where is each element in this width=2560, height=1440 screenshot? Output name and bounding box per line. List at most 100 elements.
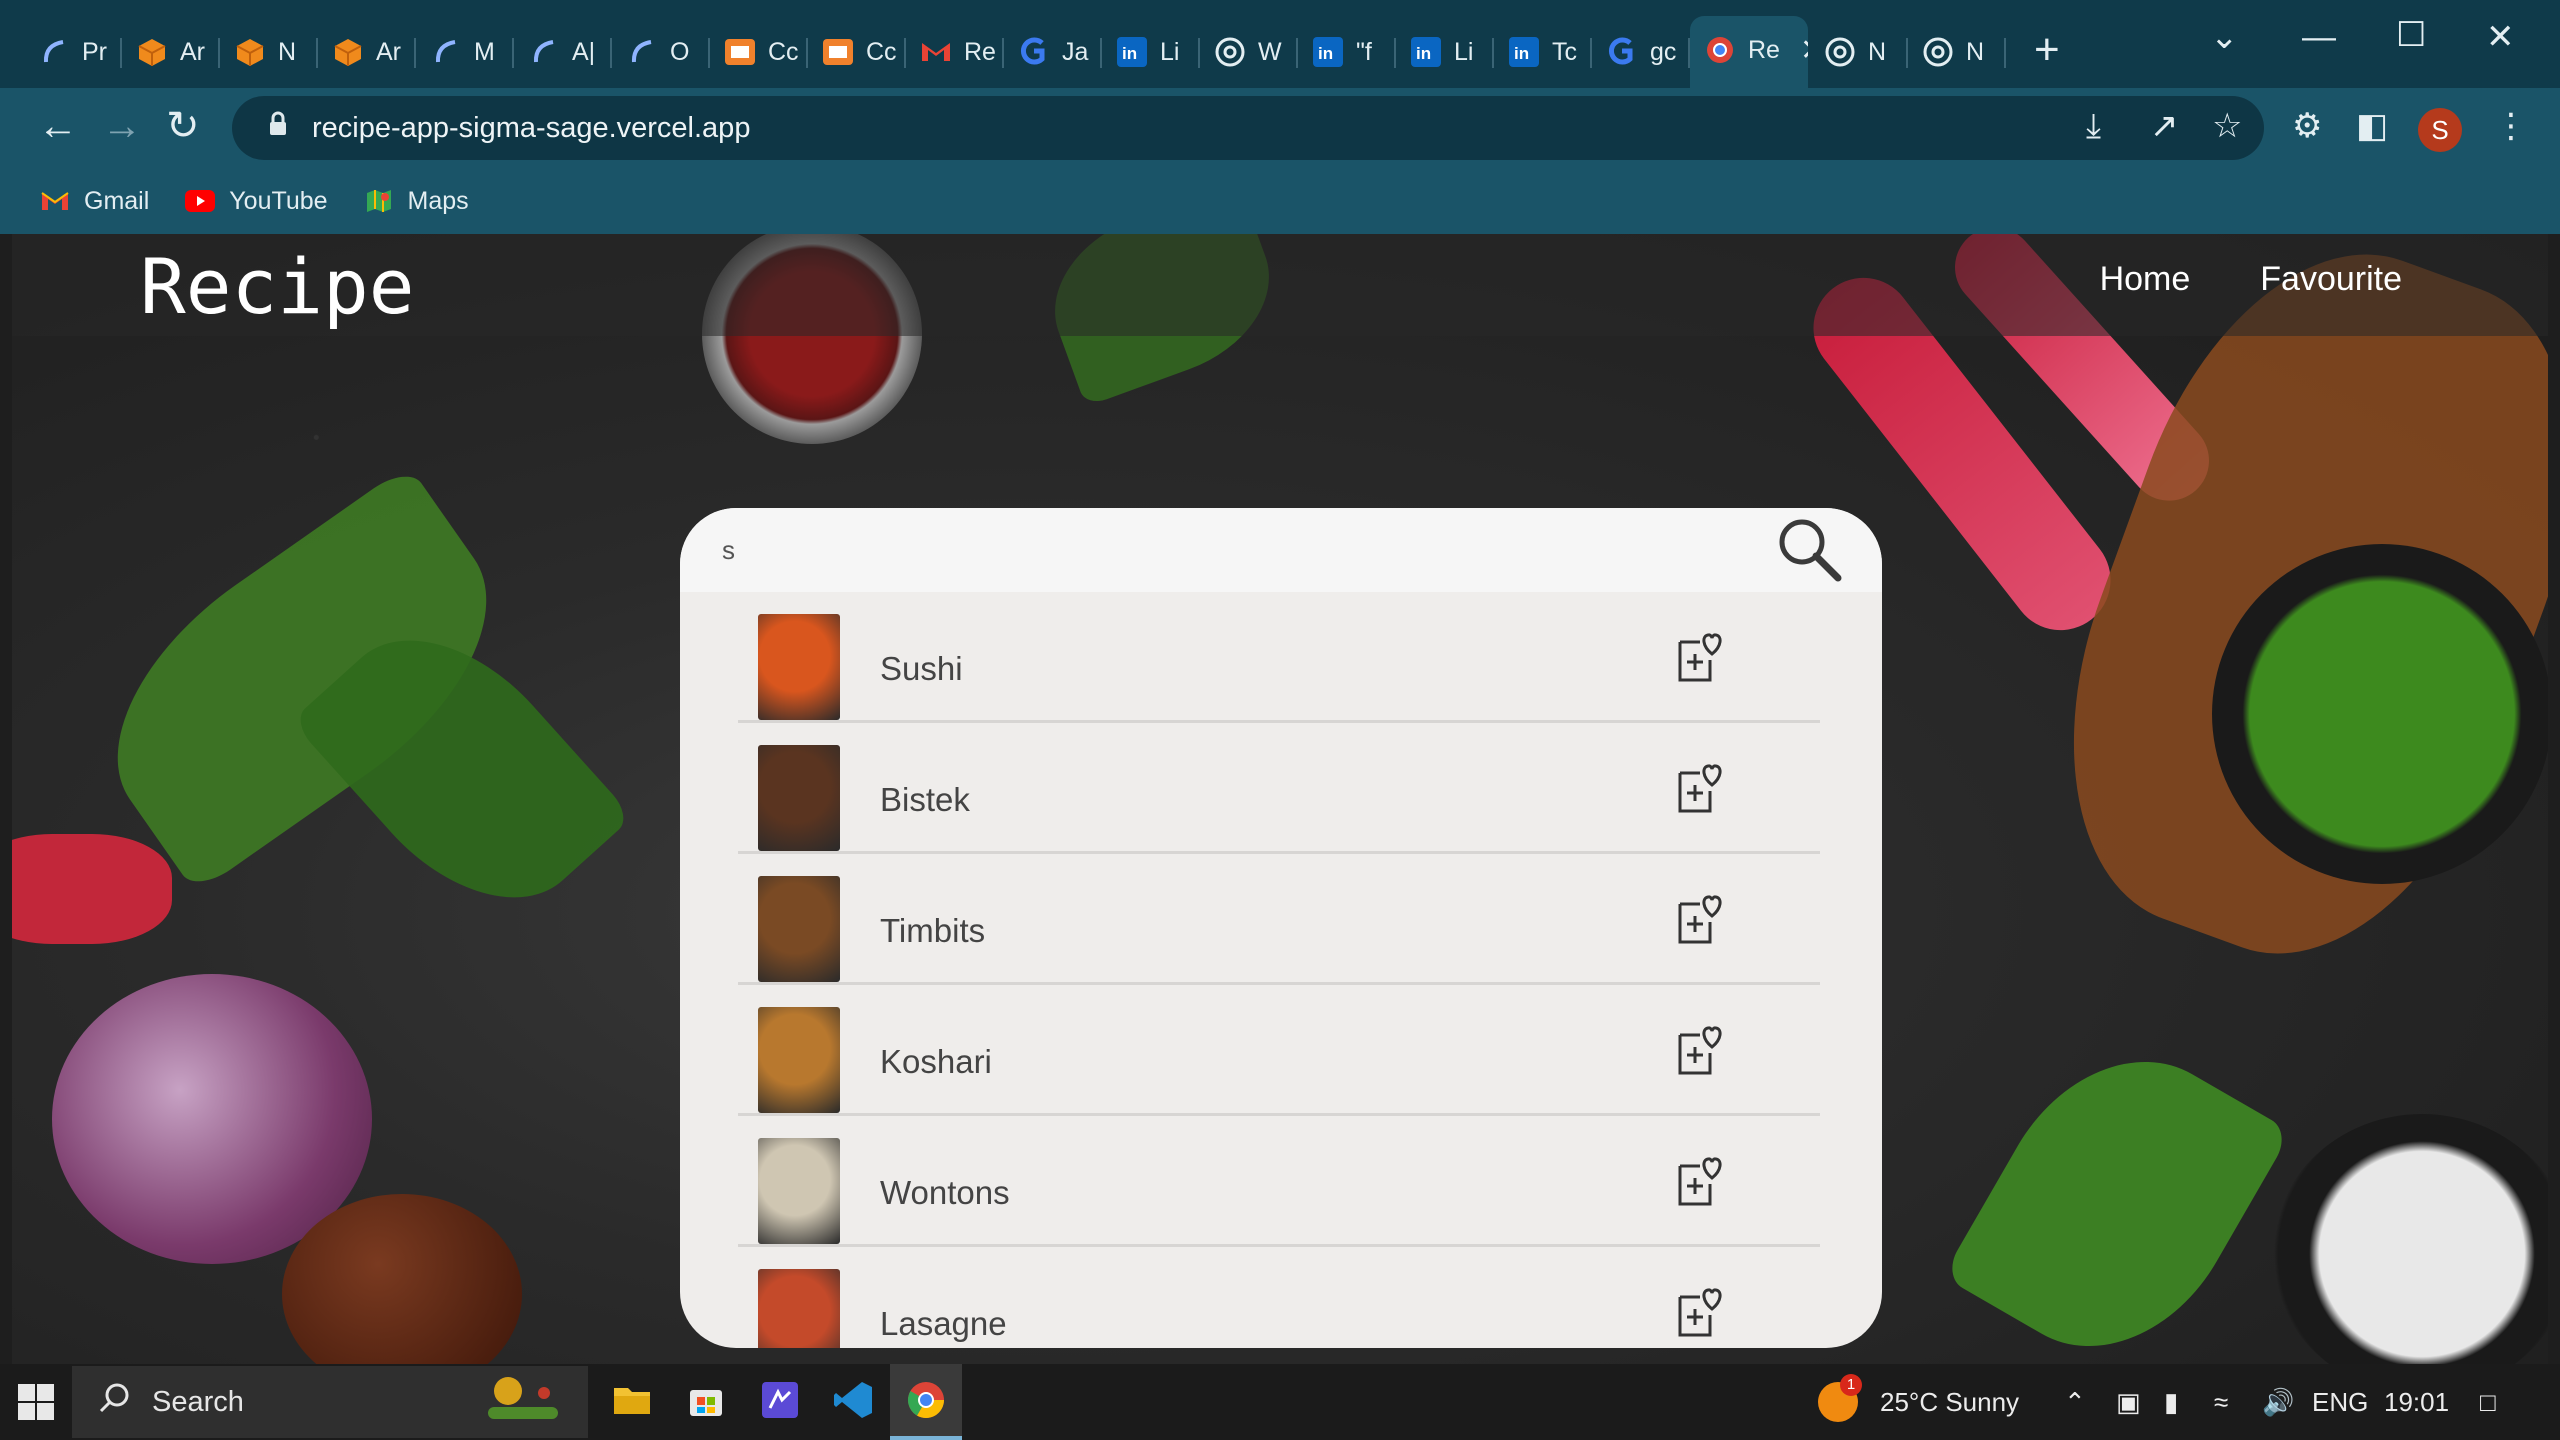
back-icon[interactable]: ← [38, 106, 78, 146]
tab-close-icon[interactable]: ✕ [1800, 33, 1808, 68]
svg-text:in: in [1122, 44, 1137, 63]
nav-home-link[interactable]: Home [2100, 254, 2191, 304]
window-close-icon[interactable]: ✕ [2486, 20, 2515, 54]
tab-title: Pr [82, 37, 107, 66]
bookmark-gmail[interactable]: Gmail [40, 187, 149, 216]
address-bar[interactable]: recipe-app-sigma-sage.vercel.app [232, 96, 2264, 160]
tab-title: Ar [376, 37, 401, 66]
browser-tab[interactable]: Cc [710, 20, 808, 84]
side-panel-icon[interactable]: ◧ [2356, 108, 2388, 144]
file-explorer-icon[interactable] [612, 1380, 652, 1425]
extensions-icon[interactable]: ⚙ [2292, 108, 2322, 144]
wifi-icon[interactable]: ≈ [2214, 1382, 2228, 1422]
store-icon[interactable] [686, 1380, 726, 1425]
chrome-taskbar-button[interactable] [890, 1364, 962, 1440]
recipe-result-row[interactable]: Timbits [738, 854, 1820, 985]
browser-tab[interactable]: W [1200, 20, 1298, 84]
bookmark-youtube[interactable]: YouTube [185, 187, 328, 216]
forward-icon[interactable]: → [102, 106, 142, 146]
reload-icon[interactable]: ↻ [166, 106, 200, 146]
browser-tab[interactable]: in "f [1298, 20, 1396, 84]
favourite-add-icon [1678, 1026, 1722, 1075]
copilot-icon [430, 36, 462, 68]
browser-tab[interactable]: N [220, 20, 318, 84]
share-icon[interactable]: ↗ [2150, 108, 2179, 144]
profile-avatar[interactable]: S [2418, 108, 2462, 152]
browser-tab[interactable]: M [416, 20, 514, 84]
maximize-icon[interactable]: ☐ [2396, 18, 2426, 52]
cube-icon [136, 36, 168, 68]
recipe-title: Lasagne [880, 1305, 1007, 1342]
g-icon [1606, 36, 1638, 68]
address-text: recipe-app-sigma-sage.vercel.app [312, 111, 751, 144]
add-favourite-button[interactable] [1676, 1023, 1724, 1077]
bookmark-star-icon[interactable]: ☆ [2212, 108, 2242, 144]
browser-tab[interactable]: gc [1592, 20, 1690, 84]
tray-chevron-icon[interactable]: ⌃ [2064, 1382, 2086, 1422]
add-favourite-button[interactable] [1676, 761, 1724, 815]
browser-tab[interactable]: Ja [1004, 20, 1102, 84]
svg-text:in: in [1514, 44, 1529, 63]
tab-title: Li [1160, 37, 1180, 66]
vscode-icon[interactable] [834, 1380, 874, 1425]
recipe-result-row[interactable]: Lasagne [738, 1247, 1820, 1348]
weather-text[interactable]: 25°C Sunny [1880, 1382, 2019, 1422]
browser-tab[interactable]: in Tc [1494, 20, 1592, 84]
new-tab-button[interactable]: + [2034, 28, 2060, 72]
copilot-icon [38, 36, 70, 68]
browser-tab[interactable]: in Li [1102, 20, 1200, 84]
install-app-icon[interactable]: ⤓ [2086, 108, 2101, 144]
menu-kebab-icon[interactable]: ⋮ [2494, 108, 2528, 144]
browser-tab[interactable]: Cc [808, 20, 906, 84]
minimize-icon[interactable]: — [2302, 20, 2336, 54]
tab-title: N [278, 37, 297, 66]
nav-favourite-link[interactable]: Favourite [2260, 254, 2402, 304]
browser-tab[interactable]: N [1810, 20, 1908, 84]
meet-icon[interactable]: ▣ [2116, 1382, 2141, 1422]
browser-tab[interactable]: in Li [1396, 20, 1494, 84]
windows-start-icon[interactable] [18, 1384, 54, 1425]
battery-icon[interactable]: ▮ [2164, 1382, 2178, 1422]
add-favourite-button[interactable] [1676, 630, 1724, 684]
add-favourite-button[interactable] [1676, 1285, 1724, 1339]
search-input[interactable] [722, 526, 1682, 574]
add-favourite-button[interactable] [1676, 892, 1724, 946]
tab-title: O [670, 37, 690, 66]
openai-icon [1824, 36, 1856, 68]
browser-tab[interactable]: Pr [24, 20, 122, 84]
cube-icon [234, 36, 266, 68]
clock[interactable]: 19:01 [2384, 1382, 2449, 1422]
visual-studio-icon[interactable] [760, 1380, 800, 1425]
browser-tab[interactable]: O [612, 20, 710, 84]
recipe-result-row[interactable]: Koshari [738, 985, 1820, 1116]
recipe-result-row[interactable]: Wontons [738, 1116, 1820, 1247]
browser-tab[interactable]: Ar [122, 20, 220, 84]
tab-title: N [1868, 37, 1887, 66]
linkedin-icon: in [1116, 36, 1148, 68]
recipe-result-row[interactable]: Sushi [738, 592, 1820, 723]
svg-text:in: in [1416, 44, 1431, 63]
maps-icon [364, 189, 394, 213]
language-indicator[interactable]: ENG [2312, 1382, 2368, 1422]
recipe-title: Koshari [880, 1043, 992, 1080]
bookmark-maps[interactable]: Maps [364, 187, 469, 216]
recipe-thumbnail [758, 614, 840, 720]
add-favourite-button[interactable] [1676, 1154, 1724, 1208]
browser-tab[interactable]: N [1908, 20, 2006, 84]
radish-image [12, 834, 172, 944]
tab-search-icon[interactable]: ⌄ [2210, 20, 2239, 54]
main-nav: Home Favourite [2100, 254, 2402, 304]
volume-icon[interactable]: 🔊 [2262, 1382, 2294, 1422]
taskbar-search-box[interactable]: Search [72, 1366, 588, 1438]
browser-tab[interactable]: A| [514, 20, 612, 84]
browser-tab[interactable]: Ar [318, 20, 416, 84]
recipe-result-row[interactable]: Bistek [738, 723, 1820, 854]
browser-tab[interactable]: Re [906, 20, 1004, 84]
codepen-icon [822, 36, 854, 68]
codepen-icon [724, 36, 756, 68]
notifications-icon[interactable]: □ [2480, 1382, 2496, 1422]
openai-icon [1214, 36, 1246, 68]
search-button[interactable] [1776, 516, 1844, 584]
tab-title: M [474, 37, 495, 66]
openai-icon [1922, 36, 1954, 68]
